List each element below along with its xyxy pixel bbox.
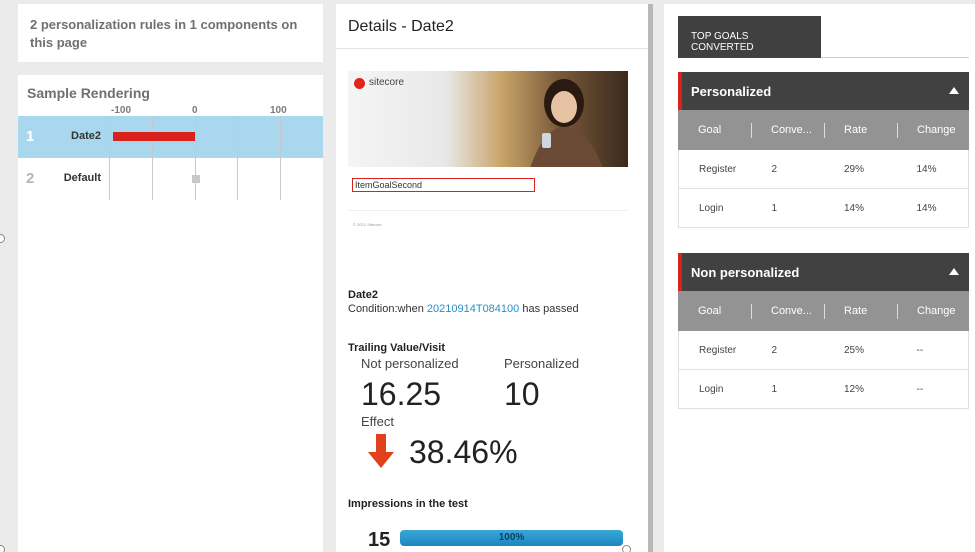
woman-with-phone-image — [530, 79, 603, 167]
resize-handle[interactable] — [0, 234, 5, 243]
details-title: Details - Date2 — [348, 18, 454, 35]
column-conversions[interactable]: Conve... — [751, 110, 824, 150]
not-personalized-label: Not personalized — [361, 356, 459, 371]
chevron-up-icon[interactable] — [949, 268, 959, 275]
goal-link-highlight[interactable]: ItemGoalSecond — [352, 178, 535, 192]
effect-label: Effect — [361, 414, 395, 429]
impressions-title: Impressions in the test — [348, 498, 468, 510]
cell-change: 14% — [916, 163, 937, 175]
gridline — [195, 116, 196, 200]
table-row: Login 1 14% 14% — [678, 189, 969, 228]
table-row: Register 2 25% -- — [678, 331, 969, 370]
personalized-value: 10 — [504, 376, 540, 412]
cell-goal: Login — [699, 202, 724, 214]
table-row: Login 1 12% -- — [678, 370, 969, 409]
table-row: Register 2 29% 14% — [678, 150, 969, 189]
goals-group-personalized: Personalized Goal Conve... Rate Change R… — [678, 72, 969, 228]
gridline — [237, 116, 238, 200]
resize-handle[interactable] — [0, 545, 5, 552]
not-personalized-value: 16.25 — [361, 376, 442, 412]
gridline — [152, 116, 153, 200]
condition-prefix: Condition:when — [348, 303, 424, 315]
cell-rate: 29% — [844, 163, 865, 175]
rule-name: Default — [63, 172, 101, 184]
rule-number: 1 — [26, 128, 35, 145]
cell-change: -- — [916, 383, 924, 395]
trailing-value-title: Trailing Value/Visit — [348, 342, 446, 354]
divider — [336, 48, 648, 49]
effect-bar-date2 — [113, 132, 195, 141]
cell-rate: 12% — [844, 383, 865, 395]
cell-goal: Login — [699, 383, 724, 395]
group-title: Personalized — [691, 84, 772, 99]
tab-underline — [821, 57, 969, 58]
column-rate[interactable]: Rate — [824, 291, 897, 331]
column-change[interactable]: Change — [897, 291, 969, 331]
preview-logo-text: sitecore — [369, 77, 405, 88]
group-header[interactable]: Non personalized — [678, 253, 969, 291]
personalized-label: Personalized — [504, 356, 580, 371]
cell-rate: 14% — [844, 202, 865, 214]
impressions-count: 15 — [368, 529, 391, 551]
table-header: Goal Conve... Rate Change — [678, 291, 969, 331]
rule-row-default[interactable]: 2 Default — [18, 158, 323, 200]
preview-copyright: © 2021 Sitecore — [353, 222, 382, 227]
impressions-progress-bar: 100% — [400, 530, 623, 546]
column-change[interactable]: Change — [897, 110, 969, 150]
column-goal[interactable]: Goal — [678, 110, 751, 150]
rule-name: Date2 — [71, 130, 101, 142]
cell-conversions: 1 — [771, 202, 778, 214]
cell-goal: Register — [699, 163, 737, 175]
group-title: Non personalized — [691, 265, 800, 280]
arrow-down-icon — [368, 434, 394, 468]
cell-rate: 25% — [844, 344, 865, 356]
cell-conversions: 2 — [771, 344, 778, 356]
personalization-summary: 2 personalization rules in 1 components … — [18, 4, 323, 62]
chevron-up-icon[interactable] — [949, 87, 959, 94]
cell-change: -- — [916, 344, 924, 356]
cell-conversions: 2 — [771, 163, 778, 175]
tick-label-100: 100 — [270, 105, 287, 116]
summary-text: 2 personalization rules in 1 components … — [30, 17, 298, 50]
tick-label-0: 0 — [192, 105, 198, 116]
details-panel: Details - Date2 sitecore ItemGoalSecond … — [336, 4, 648, 552]
resize-handle[interactable] — [622, 545, 631, 552]
page-preview-image: sitecore — [348, 71, 628, 167]
tick-label-minus-100: -100 — [111, 105, 132, 116]
gridline — [109, 116, 110, 200]
sitecore-logo-icon — [354, 78, 365, 89]
condition-date-link[interactable]: 20210914T084100 — [427, 303, 519, 315]
cell-change: 14% — [916, 202, 937, 214]
progress-percent: 100% — [498, 532, 525, 543]
condition-text: Condition:when 20210914T084100 has passe… — [348, 303, 579, 315]
gridline — [280, 116, 281, 200]
rendering-title: Sample Rendering — [27, 85, 150, 101]
column-conversions[interactable]: Conve... — [751, 291, 824, 331]
condition-title: Date2 — [348, 289, 378, 301]
cell-goal: Register — [699, 344, 737, 356]
cell-conversions: 1 — [771, 383, 778, 395]
effect-value: 38.46% — [409, 434, 518, 470]
group-header[interactable]: Personalized — [678, 72, 969, 110]
tab-top-goals-converted[interactable]: TOP GOALS CONVERTED — [678, 16, 821, 58]
divider — [348, 210, 628, 211]
details-scrollbar[interactable] — [648, 4, 653, 552]
effect-marker-default — [192, 175, 200, 183]
rendering-panel: Sample Rendering -100 0 100 1 Date2 2 De… — [18, 75, 323, 552]
goals-group-non-personalized: Non personalized Goal Conve... Rate Chan… — [678, 253, 969, 409]
condition-suffix: has passed — [522, 303, 579, 315]
column-goal[interactable]: Goal — [678, 291, 751, 331]
goals-panel: TOP GOALS CONVERTED Personalized Goal Co… — [664, 4, 975, 552]
column-rate[interactable]: Rate — [824, 110, 897, 150]
rule-number: 2 — [26, 170, 35, 187]
table-header: Goal Conve... Rate Change — [678, 110, 969, 150]
